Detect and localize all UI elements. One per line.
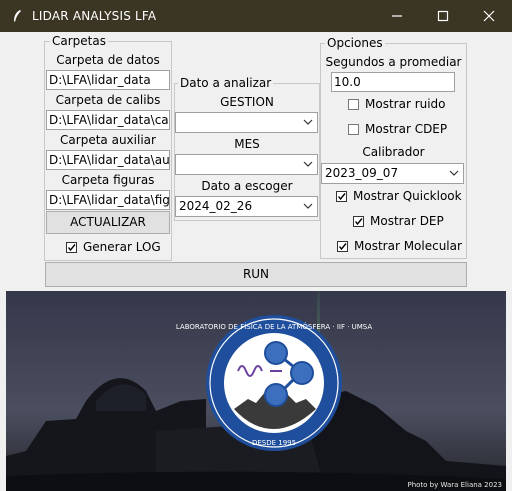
- mostrar-quicklook-label: Mostrar Quicklook: [353, 189, 462, 203]
- checkbox-box: [348, 123, 359, 135]
- photo-credit: Photo by Wara Eliana 2023: [407, 481, 502, 489]
- checkmark-icon: [354, 217, 363, 225]
- carpeta-datos-label: Carpeta de datos: [56, 53, 160, 67]
- chevron-down-icon: [303, 119, 313, 125]
- segundos-label: Segundos a promediar: [325, 55, 462, 69]
- checkbox-box: [353, 215, 364, 227]
- mostrar-ruido-checkbox[interactable]: Mostrar ruido: [348, 97, 446, 111]
- mostrar-cdep-label: Mostrar CDEP: [365, 122, 448, 136]
- maximize-icon: [437, 10, 449, 22]
- checkbox-box: [348, 98, 359, 110]
- mostrar-quicklook-checkbox[interactable]: Mostrar Quicklook: [336, 189, 462, 203]
- dato-escoger-label: Dato a escoger: [201, 179, 293, 193]
- carpeta-auxiliar-label: Carpeta auxiliar: [60, 133, 156, 147]
- mostrar-cdep-checkbox[interactable]: Mostrar CDEP: [348, 122, 447, 136]
- window-title: LIDAR ANALYSIS LFA: [32, 9, 157, 23]
- carpeta-auxiliar-input[interactable]: D:\LFA\lidar_data\auxs: [46, 150, 170, 170]
- calibrador-value: 2023_09_07: [325, 166, 399, 180]
- checkbox-box: [66, 241, 77, 253]
- observatory-photo-image: LABORATORIO DE FÍSICA DE LA ATMÓSFERA · …: [6, 291, 506, 491]
- close-button[interactable]: [466, 0, 512, 32]
- chevron-down-icon: [449, 170, 459, 176]
- checkmark-icon: [338, 242, 347, 250]
- minimize-button[interactable]: [374, 0, 420, 32]
- dato-frame-label: Dato a analizar: [178, 76, 274, 90]
- chevron-down-icon: [303, 203, 313, 209]
- logo-bottom-text: DESDE 1995: [252, 439, 296, 447]
- opciones-frame-label: Opciones: [325, 36, 385, 50]
- checkbox-box: [336, 190, 347, 202]
- mes-label: MES: [234, 137, 260, 151]
- checkbox-box: [337, 240, 348, 252]
- feather-icon: [14, 10, 21, 22]
- calibrador-select[interactable]: 2023_09_07: [321, 163, 464, 184]
- title-bar: LIDAR ANALYSIS LFA: [0, 0, 512, 32]
- mostrar-molecular-checkbox[interactable]: Mostrar Molecular: [337, 239, 462, 253]
- actualizar-button[interactable]: ACTUALIZAR: [46, 211, 170, 234]
- run-button[interactable]: RUN: [45, 262, 467, 287]
- banner-photo: LABORATORIO DE FÍSICA DE LA ATMÓSFERA · …: [6, 291, 506, 491]
- dato-escoger-select[interactable]: 2024_02_26: [175, 196, 318, 217]
- checkmark-icon: [337, 192, 346, 200]
- carpeta-calibs-input[interactable]: D:\LFA\lidar_data\calib: [46, 110, 170, 130]
- carpeta-figuras-label: Carpeta figuras: [61, 173, 155, 187]
- gestion-select[interactable]: [175, 112, 318, 133]
- minimize-icon: [392, 15, 402, 17]
- carpeta-figuras-input[interactable]: D:\LFA\lidar_data\figs: [46, 190, 170, 210]
- carpeta-calibs-label: Carpeta de calibs: [55, 93, 161, 107]
- segundos-input[interactable]: 10.0: [331, 72, 455, 92]
- calibrador-label: Calibrador: [362, 145, 425, 159]
- mostrar-dep-checkbox[interactable]: Mostrar DEP: [353, 214, 444, 228]
- close-icon: [483, 10, 495, 22]
- gestion-label: GESTION: [220, 95, 274, 109]
- generar-log-label: Generar LOG: [83, 240, 161, 254]
- mostrar-ruido-label: Mostrar ruido: [365, 97, 446, 111]
- mostrar-molecular-label: Mostrar Molecular: [354, 239, 462, 253]
- mes-select[interactable]: [175, 154, 318, 175]
- logo-top-text: LABORATORIO DE FÍSICA DE LA ATMÓSFERA · …: [176, 322, 373, 331]
- mostrar-dep-label: Mostrar DEP: [370, 214, 444, 228]
- maximize-button[interactable]: [420, 0, 466, 32]
- carpetas-frame-label: Carpetas: [50, 34, 108, 48]
- checkmark-icon: [67, 243, 76, 251]
- dato-escoger-value: 2024_02_26: [179, 199, 253, 213]
- carpeta-datos-input[interactable]: D:\LFA\lidar_data: [46, 70, 170, 90]
- generar-log-checkbox[interactable]: Generar LOG: [66, 240, 161, 254]
- chevron-down-icon: [303, 161, 313, 167]
